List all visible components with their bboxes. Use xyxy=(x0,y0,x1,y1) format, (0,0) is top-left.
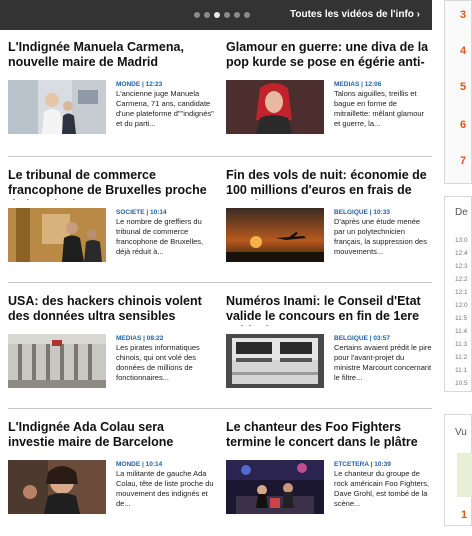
news-time[interactable]: 11:2 xyxy=(455,354,467,361)
article-summary: Le chanteur du groupe de rock américain … xyxy=(334,469,430,508)
article-summary: L'ancienne juge Manuela Carmena, 71 ans,… xyxy=(116,89,214,128)
most-read-list: 3 4 5 6 7 xyxy=(444,0,472,184)
article-category-time[interactable]: SOCIETE | 10:14 xyxy=(116,208,214,217)
news-time[interactable]: 12:2 xyxy=(455,276,468,283)
article-headline[interactable]: Fin des vols de nuit: économie de 100 mi… xyxy=(226,168,432,200)
article-card[interactable]: Glamour en guerre: une diva de la pop ku… xyxy=(226,40,432,136)
rank-number[interactable]: 6 xyxy=(460,119,466,131)
most-viewed-rank[interactable]: 1 xyxy=(461,509,467,521)
carousel-dot-active[interactable] xyxy=(214,12,220,18)
news-time[interactable]: 12:0 xyxy=(455,302,468,309)
article-category-time[interactable]: BELGIQUE | 03:57 xyxy=(334,334,432,343)
article-meta: BELGIQUE | 10:33 D'après une étude menée… xyxy=(334,208,432,257)
news-time[interactable]: 10:5 xyxy=(455,380,468,387)
article-body: MONDE | 10:14 La militante de gauche Ada… xyxy=(8,460,214,516)
news-time[interactable]: 12:4 xyxy=(455,250,468,257)
article-category-time[interactable]: MONDE | 12:23 xyxy=(116,80,214,89)
article-body: MEDIAS | 12:06 Talons aiguilles, treilli… xyxy=(226,80,432,136)
article-thumbnail[interactable] xyxy=(8,334,106,388)
news-time[interactable]: 11:4 xyxy=(455,328,467,335)
article-summary: Les pirates informatiques chinois, qui o… xyxy=(116,343,200,382)
article-headline[interactable]: L'Indignée Manuela Carmena, nouvelle mai… xyxy=(8,40,214,72)
rank-number[interactable]: 7 xyxy=(460,155,466,167)
article-headline[interactable]: Le tribunal de commerce francophone de B… xyxy=(8,168,214,200)
article-thumbnail[interactable] xyxy=(226,80,324,134)
article-body: BELGIQUE | 10:33 D'après une étude menée… xyxy=(226,208,432,264)
article-summary: Le nombre de greffiers du tribunal de co… xyxy=(116,217,204,256)
most-viewed-title: Vu xyxy=(455,427,467,438)
article-category-time[interactable]: BELGIQUE | 10:33 xyxy=(334,208,432,217)
rank-number[interactable]: 3 xyxy=(460,9,466,21)
carousel-dot[interactable] xyxy=(204,12,210,18)
article-summary: D'après une étude menée par un polytechn… xyxy=(334,217,427,256)
article-meta: SOCIETE | 10:14 Le nombre de greffiers d… xyxy=(116,208,214,257)
carousel-dot[interactable] xyxy=(244,12,250,18)
article-headline[interactable]: Numéros Inami: le Conseil d'Etat valide … xyxy=(226,294,432,326)
latest-news-box: De 13:0 12:4 12:3 12:2 12:1 12:0 11:5 11… xyxy=(444,196,472,392)
article-category-time[interactable]: MONDE | 10:14 xyxy=(116,460,214,469)
article-summary: Certains avaient prédit le pire pour l'a… xyxy=(334,343,432,382)
video-carousel-bar: Toutes les vidéos de l'info › xyxy=(0,0,432,30)
article-card[interactable]: Fin des vols de nuit: économie de 100 mi… xyxy=(226,168,432,264)
article-summary: Talons aiguilles, treillis et bague en f… xyxy=(334,89,425,128)
article-meta: ETCETERA | 10:39 Le chanteur du groupe d… xyxy=(334,460,432,509)
carousel-dot[interactable] xyxy=(194,12,200,18)
article-thumbnail[interactable] xyxy=(226,460,324,514)
carousel-dot[interactable] xyxy=(224,12,230,18)
news-time[interactable]: 11:5 xyxy=(455,315,467,322)
article-summary: La militante de gauche Ada Colau, tête d… xyxy=(116,469,214,508)
article-card[interactable]: Numéros Inami: le Conseil d'Etat valide … xyxy=(226,294,432,390)
article-meta: MONDE | 12:23 L'ancienne juge Manuela Ca… xyxy=(116,80,214,129)
article-card[interactable]: L'Indignée Ada Colau sera investie maire… xyxy=(8,420,214,516)
row-divider xyxy=(8,282,432,283)
news-time[interactable]: 12:3 xyxy=(455,263,468,270)
article-thumbnail[interactable] xyxy=(8,208,106,262)
article-card[interactable]: Le tribunal de commerce francophone de B… xyxy=(8,168,214,264)
article-card[interactable]: L'Indignée Manuela Carmena, nouvelle mai… xyxy=(8,40,214,136)
article-body: SOCIETE | 10:14 Le nombre de greffiers d… xyxy=(8,208,214,264)
carousel-dots xyxy=(194,12,250,18)
article-meta: MEDIAS | 12:06 Talons aiguilles, treilli… xyxy=(334,80,432,129)
article-thumbnail[interactable] xyxy=(226,208,324,262)
news-time[interactable]: 12:1 xyxy=(455,289,468,296)
article-thumbnail[interactable] xyxy=(8,80,106,134)
article-body: ETCETERA | 10:39 Le chanteur du groupe d… xyxy=(226,460,432,516)
article-headline[interactable]: L'Indignée Ada Colau sera investie maire… xyxy=(8,420,214,452)
article-meta: MONDE | 10:14 La militante de gauche Ada… xyxy=(116,460,214,509)
article-thumbnail[interactable] xyxy=(226,334,324,388)
right-sidebar: 3 4 5 6 7 De 13:0 12:4 12:3 12:2 12:1 12… xyxy=(444,0,472,536)
article-headline[interactable]: Le chanteur des Foo Fighters termine le … xyxy=(226,420,432,452)
news-time[interactable]: 11:1 xyxy=(455,367,467,374)
row-divider xyxy=(8,156,432,157)
article-category-time[interactable]: MEDIAS | 08:22 xyxy=(116,334,214,343)
rank-number[interactable]: 4 xyxy=(460,45,466,57)
article-category-time[interactable]: ETCETERA | 10:39 xyxy=(334,460,432,469)
most-viewed-thumbnail[interactable] xyxy=(457,453,472,497)
row-divider xyxy=(8,408,432,409)
most-viewed-box: Vu 1 xyxy=(444,414,472,526)
all-videos-link[interactable]: Toutes les vidéos de l'info › xyxy=(290,9,420,20)
article-thumbnail[interactable] xyxy=(8,460,106,514)
article-meta: BELGIQUE | 03:57 Certains avaient prédit… xyxy=(334,334,432,383)
article-body: MEDIAS | 08:22 Les pirates informatiques… xyxy=(8,334,214,390)
article-card[interactable]: USA: des hackers chinois volent des donn… xyxy=(8,294,214,390)
article-category-time[interactable]: MEDIAS | 12:06 xyxy=(334,80,432,89)
article-body: BELGIQUE | 03:57 Certains avaient prédit… xyxy=(226,334,432,390)
news-time[interactable]: 11:3 xyxy=(455,341,467,348)
news-time[interactable]: 13:0 xyxy=(455,237,468,244)
article-body: MONDE | 12:23 L'ancienne juge Manuela Ca… xyxy=(8,80,214,136)
rank-number[interactable]: 5 xyxy=(460,81,466,93)
article-headline[interactable]: Glamour en guerre: une diva de la pop ku… xyxy=(226,40,432,72)
carousel-dot[interactable] xyxy=(234,12,240,18)
article-card[interactable]: Le chanteur des Foo Fighters termine le … xyxy=(226,420,432,516)
article-meta: MEDIAS | 08:22 Les pirates informatiques… xyxy=(116,334,214,383)
article-headline[interactable]: USA: des hackers chinois volent des donn… xyxy=(8,294,214,326)
latest-news-title: De xyxy=(455,207,468,218)
